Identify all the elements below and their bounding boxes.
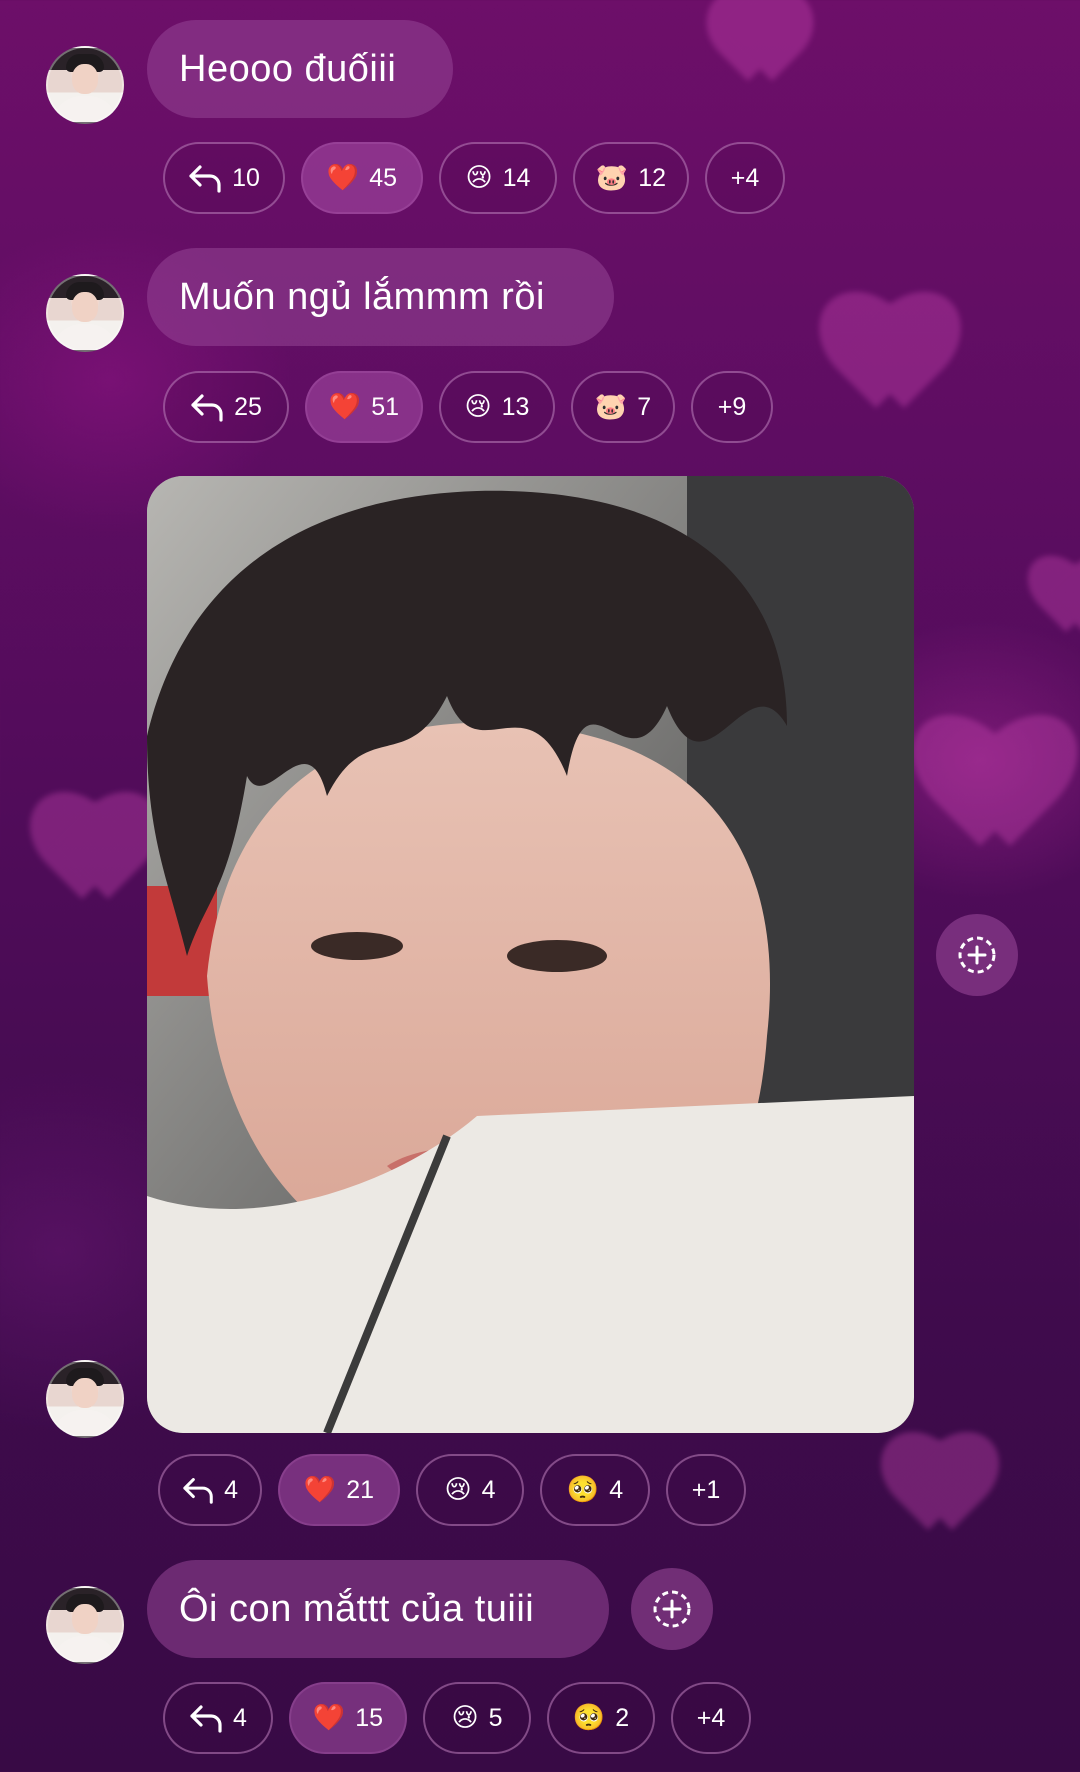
pig-count: 12 xyxy=(638,163,667,192)
heart-count: 51 xyxy=(371,392,400,421)
cry-reaction[interactable]: 😢 4 xyxy=(416,1454,524,1526)
add-reaction-icon xyxy=(958,936,996,974)
reply-button[interactable]: 4 xyxy=(158,1454,262,1526)
selfie-image xyxy=(147,476,914,1433)
pig-icon: 🐷 xyxy=(595,163,629,193)
cry-reaction[interactable]: 😢 13 xyxy=(439,371,555,443)
crying-face-icon: 😢 xyxy=(451,1703,479,1733)
pleading-reaction[interactable]: 🥺 4 xyxy=(540,1454,650,1526)
avatar[interactable] xyxy=(46,1360,124,1438)
background-heart xyxy=(30,800,160,910)
reaction-bar: 25 ❤️ 51 😢 13 🐷 7 +9 xyxy=(163,371,773,443)
cry-count: 13 xyxy=(501,392,530,421)
background-heart xyxy=(880,1440,1000,1540)
avatar[interactable] xyxy=(46,274,124,352)
add-reaction-icon xyxy=(653,1590,691,1628)
more-reactions-button[interactable]: +4 xyxy=(671,1682,751,1754)
heart-icon: ❤️ xyxy=(303,1475,337,1505)
cry-count: 4 xyxy=(481,1475,496,1504)
reply-count: 4 xyxy=(233,1703,247,1732)
message-bubble[interactable]: Heooo đuốiii xyxy=(147,20,453,118)
message-text: Muốn ngủ lắmmm rồi xyxy=(179,275,545,318)
reply-button[interactable]: 25 xyxy=(163,371,289,443)
background-heart xyxy=(1030,560,1080,640)
add-reaction-button[interactable] xyxy=(631,1568,713,1650)
message-text: Ôi con mắttt của tuiii xyxy=(179,1587,535,1630)
heart-icon: ❤️ xyxy=(328,392,362,422)
reply-icon xyxy=(189,165,221,193)
reply-button[interactable]: 10 xyxy=(163,142,285,214)
reaction-bar: 10 ❤️ 45 😢 14 🐷 12 +4 xyxy=(163,142,785,214)
reaction-bar: 4 ❤️ 15 😢 5 🥺 2 +4 xyxy=(163,1682,751,1754)
heart-count: 15 xyxy=(355,1703,384,1732)
heart-icon: ❤️ xyxy=(326,163,360,193)
more-reactions-button[interactable]: +4 xyxy=(705,142,785,214)
pig-reaction[interactable]: 🐷 12 xyxy=(573,142,689,214)
heart-reaction[interactable]: ❤️ 15 xyxy=(289,1682,407,1754)
cry-reaction[interactable]: 😢 14 xyxy=(439,142,557,214)
crying-face-icon: 😢 xyxy=(444,1475,472,1505)
background-heart xyxy=(920,720,1070,860)
more-reactions-button[interactable]: +9 xyxy=(691,371,773,443)
crying-face-icon: 😢 xyxy=(465,163,493,193)
reply-icon xyxy=(190,1705,222,1733)
cry-count: 5 xyxy=(488,1703,503,1732)
heart-reaction[interactable]: ❤️ 21 xyxy=(278,1454,400,1526)
pig-reaction[interactable]: 🐷 7 xyxy=(571,371,675,443)
background-heart xyxy=(820,300,960,420)
reply-count: 25 xyxy=(234,392,262,421)
pleading-count: 4 xyxy=(609,1475,624,1504)
avatar[interactable] xyxy=(46,46,124,124)
reply-count: 10 xyxy=(232,163,260,192)
message-bubble[interactable]: Ôi con mắttt của tuiii xyxy=(147,1560,609,1658)
add-reaction-button[interactable] xyxy=(936,914,1018,996)
reply-button[interactable]: 4 xyxy=(163,1682,273,1754)
more-reactions-button[interactable]: +1 xyxy=(666,1454,746,1526)
heart-reaction[interactable]: ❤️ 45 xyxy=(301,142,423,214)
message-text: Heooo đuốiii xyxy=(179,47,397,90)
pig-count: 7 xyxy=(637,392,652,421)
photo-message[interactable] xyxy=(147,476,914,1433)
reaction-bar: 4 ❤️ 21 😢 4 🥺 4 +1 xyxy=(158,1454,746,1526)
cry-reaction[interactable]: 😢 5 xyxy=(423,1682,531,1754)
pleading-reaction[interactable]: 🥺 2 xyxy=(547,1682,655,1754)
reply-count: 4 xyxy=(224,1475,238,1504)
heart-count: 21 xyxy=(346,1475,375,1504)
pleading-face-icon: 🥺 xyxy=(572,1703,606,1733)
avatar[interactable] xyxy=(46,1586,124,1664)
heart-reaction[interactable]: ❤️ 51 xyxy=(305,371,423,443)
cry-count: 14 xyxy=(502,163,531,192)
reply-icon xyxy=(183,1478,213,1504)
crying-face-icon: 😢 xyxy=(464,392,492,422)
message-bubble[interactable]: Muốn ngủ lắmmm rồi xyxy=(147,248,614,346)
pleading-count: 2 xyxy=(615,1703,630,1732)
heart-icon: ❤️ xyxy=(312,1703,346,1733)
reply-icon xyxy=(191,394,223,422)
pig-icon: 🐷 xyxy=(594,392,628,422)
heart-count: 45 xyxy=(369,163,398,192)
background-heart xyxy=(700,0,820,90)
pleading-face-icon: 🥺 xyxy=(566,1475,600,1505)
